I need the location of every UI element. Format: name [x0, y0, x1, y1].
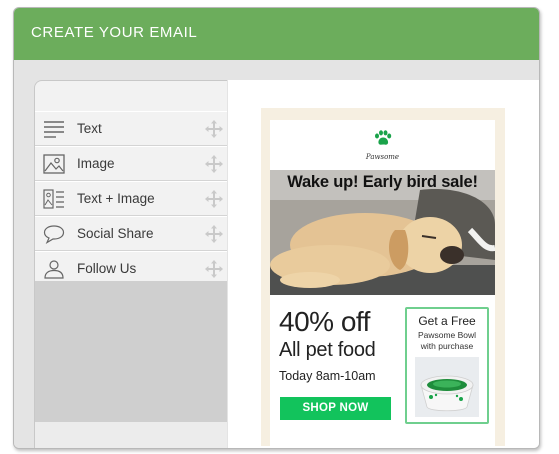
sidebar-item-label: Text + Image	[77, 191, 155, 206]
drag-handle-icon[interactable]	[205, 120, 223, 138]
sidebar-item-label: Image	[77, 156, 115, 171]
promo-discount: 40% off	[279, 306, 370, 337]
sidebar-item-label: Follow Us	[77, 261, 137, 276]
sidebar-item-image[interactable]: Image	[35, 146, 227, 181]
sidebar-item-social-share[interactable]: Social Share	[35, 216, 227, 251]
drag-handle-icon[interactable]	[205, 260, 223, 278]
brand-logo: Pawsome	[270, 130, 495, 161]
sidebar-empty-area	[35, 281, 227, 422]
free-offer-box: Get a Free Pawsome Bowl with purchase	[405, 307, 489, 424]
email-preview: Pawsome Wake up! Early bird sale! 40% of…	[261, 108, 505, 446]
offer-description: Pawsome Bowl with purchase	[407, 330, 487, 352]
offer-line-2: with purchase	[420, 341, 474, 351]
sidebar-item-label: Social Share	[77, 226, 154, 241]
email-builder-window: CREATE YOUR EMAIL Text Image Text + Imag…	[13, 7, 540, 449]
drag-handle-icon[interactable]	[205, 225, 223, 243]
brand-name: Pawsome	[365, 153, 400, 161]
text-lines-icon	[42, 118, 66, 140]
block-sidebar: Text Image Text + Image Social Share Fol…	[34, 80, 227, 448]
sidebar-header	[35, 81, 227, 111]
person-icon	[42, 258, 66, 280]
offer-line-1: Pawsome Bowl	[417, 330, 477, 340]
sidebar-item-text-image[interactable]: Text + Image	[35, 181, 227, 216]
offer-title: Get a Free	[418, 314, 476, 328]
sidebar-item-label: Text	[77, 121, 102, 136]
sidebar-item-text[interactable]: Text	[35, 111, 227, 146]
promo-subtitle: All pet food	[279, 339, 376, 361]
paw-icon	[374, 130, 391, 145]
sidebar-footer	[35, 422, 227, 448]
email-canvas[interactable]: Pawsome Wake up! Early bird sale! 40% of…	[228, 80, 539, 448]
workspace: Text Image Text + Image Social Share Fol…	[14, 60, 539, 448]
hero-image: Wake up! Early bird sale!	[270, 170, 495, 295]
drag-handle-icon[interactable]	[205, 190, 223, 208]
bowl-image	[415, 357, 479, 417]
text-image-icon	[42, 188, 66, 210]
page-title: CREATE YOUR EMAIL	[31, 24, 198, 41]
builder-header: CREATE YOUR EMAIL	[14, 8, 539, 60]
drag-handle-icon[interactable]	[205, 155, 223, 173]
email-body: Pawsome Wake up! Early bird sale! 40% of…	[270, 120, 495, 446]
speech-bubble-icon	[42, 223, 66, 245]
hero-headline: Wake up! Early bird sale!	[287, 173, 478, 191]
promo-time: Today 8am-10am	[279, 369, 376, 383]
image-icon	[42, 153, 66, 175]
shop-now-button[interactable]: SHOP NOW	[280, 397, 391, 420]
